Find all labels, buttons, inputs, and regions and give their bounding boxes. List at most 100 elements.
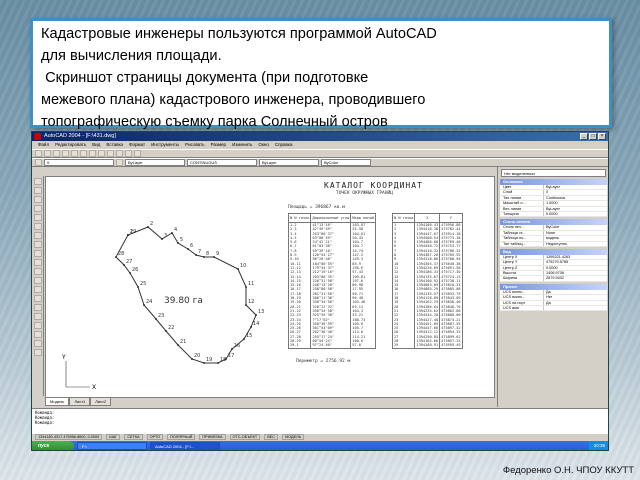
linetype-select[interactable]: CONTINUOUS [187,159,257,166]
point-label: 28 [118,251,124,257]
revision-cloud-icon[interactable] [33,241,42,248]
minimize-button[interactable]: _ [580,133,588,140]
table-icon[interactable] [33,331,42,338]
open-file-icon[interactable] [44,150,51,157]
status-toggle-6[interactable]: ВЕС [264,434,278,440]
selection-dropdown[interactable]: Нет выделенных [501,169,606,177]
property-value[interactable]: 0 [544,190,548,194]
menu-item-6[interactable]: Рисовать [185,141,204,149]
property-value[interactable]: 2879.9432 [544,276,564,280]
plotstyle-select[interactable]: ByColor [321,159,371,166]
menu-item-10[interactable]: Справка [275,141,293,149]
command-line[interactable]: Команда: Команда: Команда: [32,408,608,434]
rectangle-icon[interactable] [33,214,42,221]
tab-0[interactable]: Модель [45,398,70,406]
property-value[interactable]: Да [544,290,551,294]
status-toggle-0[interactable]: ШАГ [106,434,121,440]
multiline-text-icon[interactable] [33,340,42,347]
property-value[interactable]: 1406.9706 [544,271,564,275]
property-value[interactable]: ByLayer [544,185,560,189]
status-toggle-1[interactable]: СЕТКА [124,434,143,440]
property-value[interactable]: 0.0000 [544,266,558,270]
status-toggle-5[interactable]: ОТС-ОБЪЕКТ [229,434,261,440]
property-value[interactable]: 475279.5785 [544,260,568,264]
construction-line-icon[interactable] [33,187,42,194]
menu-item-3[interactable]: Вставка [106,141,123,149]
gradient-icon[interactable] [33,313,42,320]
property-value[interactable]: ByColor [544,225,560,229]
property-row[interactable]: UCS имя [500,306,607,312]
boundary-point [147,226,149,228]
property-row[interactable]: Толщина 0.0000 [500,211,607,218]
ellipse-icon[interactable] [33,259,42,266]
property-row[interactable]: Ширина 2879.9432 [500,276,607,282]
arc-icon[interactable] [33,223,42,230]
make-current-icon[interactable] [116,159,123,166]
property-value[interactable]: None [544,231,555,235]
cut-icon[interactable] [71,150,78,157]
property-value[interactable]: ByLayer [544,207,560,211]
layer-icon[interactable] [35,159,42,166]
point-icon[interactable] [33,295,42,302]
ellipse-arc-icon[interactable] [33,268,42,275]
region-icon[interactable] [33,322,42,329]
polygon-icon[interactable] [33,205,42,212]
start-button[interactable]: пуск [32,441,74,450]
polyline-icon[interactable] [33,196,42,203]
drawing-canvas[interactable]: 1 2 3 4 5 6 7 8 9 10 11 12 13 14 15 16 17 18 19 20 21 22 23 24 2… [45,176,495,398]
undo-icon[interactable] [98,150,105,157]
close-button[interactable]: × [598,133,606,140]
property-value[interactable] [544,306,546,310]
save-icon[interactable] [53,150,60,157]
menu-item-7[interactable]: Размер [211,141,226,149]
copy-icon[interactable] [80,150,87,157]
ucs-y-label: Y [61,354,66,361]
menu-item-4[interactable]: Формат [129,141,145,149]
spline-icon[interactable] [33,250,42,257]
property-value[interactable]: модель [544,236,559,240]
menu-item-0[interactable]: Файл [38,141,49,149]
menu-item-1[interactable]: Редактировать [55,141,86,149]
tab-1[interactable]: Лист1 [69,398,91,406]
new-file-icon[interactable] [35,150,42,157]
ucs-x-label: X [92,384,96,391]
property-value[interactable]: Да [544,301,551,305]
status-toggle-4[interactable]: ПРИВЯЗКА [199,434,226,440]
zoom-icon[interactable] [125,150,132,157]
property-value[interactable]: 1395221.4263 [544,255,570,259]
menu-item-9[interactable]: Окно [258,141,268,149]
menu-item-5[interactable]: Инструменты [151,141,179,149]
boundary-point [195,254,197,256]
line-icon[interactable] [33,178,42,185]
status-toggle-7[interactable]: МОДЕЛЬ [282,434,305,440]
print-icon[interactable] [62,150,69,157]
property-value[interactable]: Continuous [544,196,565,200]
insert-block-icon[interactable] [33,277,42,284]
status-toggle-3[interactable]: ПОЛЯРНЫЙ [167,434,196,440]
boundary-point [203,362,205,364]
command-prompt[interactable]: Команда: [35,420,607,425]
paste-icon[interactable] [89,150,96,157]
status-toggle-2[interactable]: ОРТО [146,434,164,440]
menu-item-2[interactable]: Вид [92,141,100,149]
hatch-icon[interactable] [33,304,42,311]
lineweight-select[interactable]: ByLayer [259,159,319,166]
circle-icon[interactable] [33,232,42,239]
redo-icon[interactable] [107,150,114,157]
property-value[interactable]: 1.0000 [544,201,558,205]
taskbar-item-autocad[interactable]: AutoCAD 2004 - [F:\... [150,442,220,450]
make-block-icon[interactable] [33,286,42,293]
maximize-button[interactable]: □ [589,133,597,140]
taskbar-item-explorer[interactable]: F:\ [77,442,147,450]
menu-item-8[interactable]: Изменить [232,141,252,149]
text-icon[interactable] [33,349,42,356]
property-value[interactable]: Недоступно [544,242,567,246]
properties-icon[interactable] [134,150,141,157]
property-value[interactable]: 0.0000 [544,212,558,216]
pan-icon[interactable] [116,150,123,157]
tab-2[interactable]: Лист2 [90,398,112,406]
layer-select[interactable]: 0 [44,159,114,166]
property-row[interactable]: Тип таблиц... Недоступно [500,241,607,247]
property-value[interactable]: Нет [544,295,552,299]
color-select[interactable]: ByLayer [125,159,185,166]
